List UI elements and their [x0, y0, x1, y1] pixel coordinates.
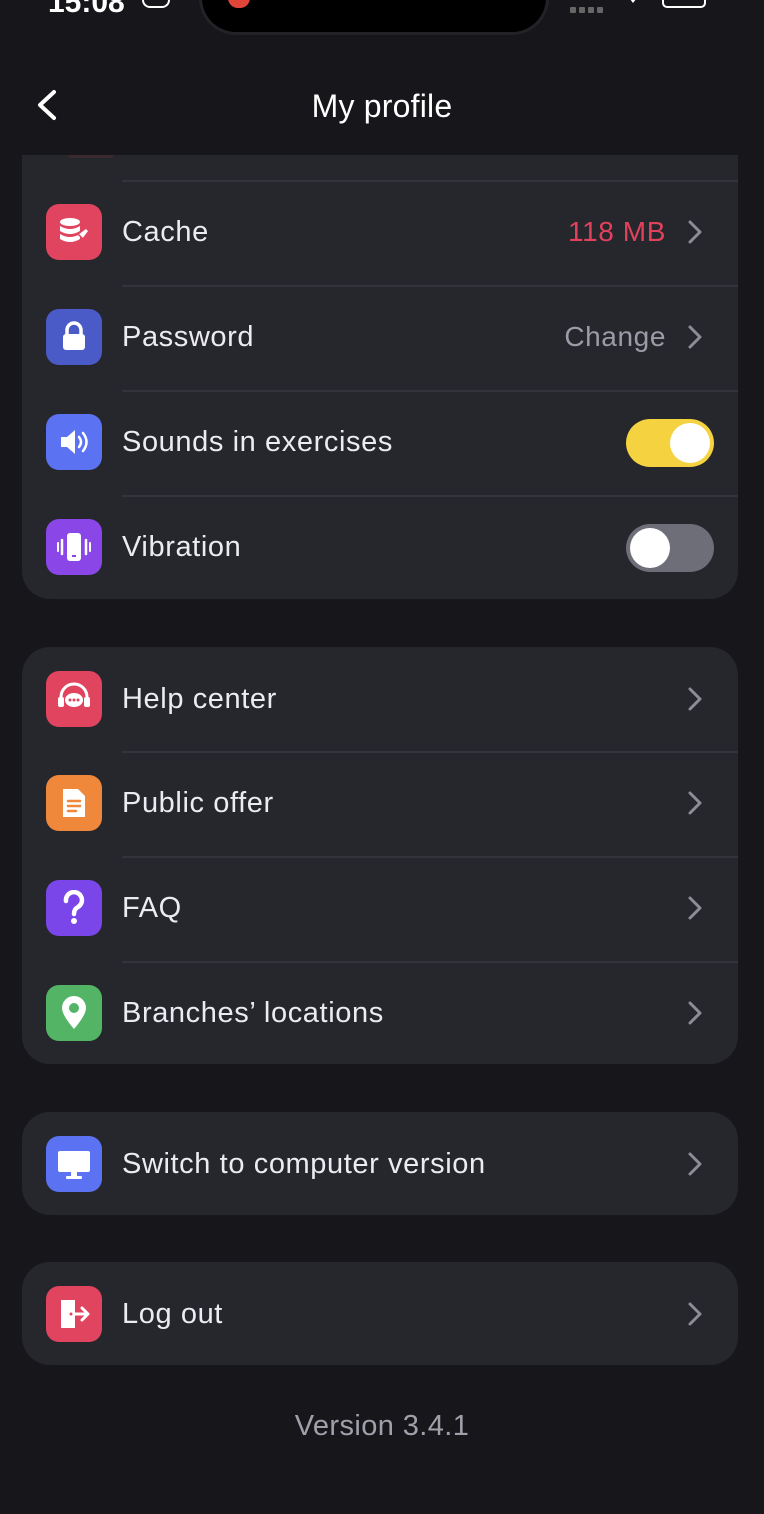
- sounds-row: Sounds in exercises: [22, 390, 738, 494]
- cellular-signal-icon: [570, 0, 606, 18]
- status-bar: 15:08: [0, 0, 764, 40]
- vibration-row: Vibration: [22, 495, 738, 599]
- help-center-row[interactable]: Help center: [22, 647, 738, 751]
- toggle-knob: [670, 423, 710, 463]
- branches-row[interactable]: Branches’ locations: [22, 961, 738, 1064]
- public-offer-row[interactable]: Public offer: [22, 751, 738, 855]
- faq-row[interactable]: FAQ: [22, 856, 738, 960]
- password-label: Password: [122, 321, 255, 353]
- switch-desktop-row[interactable]: Switch to computer version: [22, 1112, 738, 1215]
- switch-desktop-label: Switch to computer version: [122, 1148, 486, 1180]
- dynamic-island: [202, 0, 546, 32]
- password-row[interactable]: Password Change: [22, 285, 738, 389]
- logout-door-icon: [46, 1286, 102, 1342]
- cache-row[interactable]: Cache 118 MB: [22, 180, 738, 284]
- help-center-label: Help center: [122, 683, 277, 715]
- logout-card: Log out: [22, 1262, 738, 1365]
- database-broom-icon: [46, 204, 102, 260]
- logout-row[interactable]: Log out: [22, 1262, 738, 1365]
- cache-size-value: 118 MB: [567, 216, 666, 247]
- chevron-right-icon: [688, 687, 702, 711]
- headset-chat-icon: [46, 671, 102, 727]
- chevron-right-icon: [688, 1152, 702, 1176]
- faq-label: FAQ: [122, 892, 182, 924]
- navigation-bar: My profile: [0, 60, 764, 152]
- recording-indicator-icon: [228, 0, 250, 8]
- logout-label: Log out: [122, 1298, 223, 1330]
- chevron-right-icon: [688, 1302, 702, 1326]
- vibration-toggle[interactable]: [626, 524, 714, 572]
- status-time: 15:08: [48, 0, 125, 19]
- support-card: Help center Public offer FAQ Branches’ l…: [22, 647, 738, 1064]
- vibration-label: Vibration: [122, 531, 242, 563]
- cache-label: Cache: [122, 216, 209, 248]
- monitor-icon: [46, 1136, 102, 1192]
- divider: [122, 856, 738, 858]
- lock-icon: [46, 309, 102, 365]
- public-offer-label: Public offer: [122, 787, 274, 819]
- battery-icon: [662, 0, 706, 8]
- sounds-label: Sounds in exercises: [122, 426, 393, 458]
- chevron-right-icon: [688, 791, 702, 815]
- chevron-right-icon: [688, 220, 702, 244]
- page-title: My profile: [311, 88, 453, 124]
- chevron-right-icon: [688, 1001, 702, 1025]
- desktop-card: Switch to computer version: [22, 1112, 738, 1215]
- previous-row-icon-edge: [68, 155, 114, 158]
- vibrating-phone-icon: [46, 519, 102, 575]
- password-change-link[interactable]: Change: [564, 285, 666, 389]
- speaker-icon: [46, 414, 102, 470]
- chevron-right-icon: [688, 896, 702, 920]
- question-mark-icon: [46, 880, 102, 936]
- toggle-knob: [630, 528, 670, 568]
- branches-label: Branches’ locations: [122, 997, 384, 1029]
- wifi-icon: [626, 0, 640, 3]
- document-icon: [46, 775, 102, 831]
- sounds-toggle[interactable]: [626, 419, 714, 467]
- settings-card: Cache 118 MB Password Change Sounds in e…: [22, 155, 738, 599]
- app-version: Version 3.4.1: [294, 1410, 470, 1442]
- map-pin-icon: [46, 985, 102, 1041]
- silent-mode-icon: [142, 0, 170, 8]
- chevron-right-icon: [688, 325, 702, 349]
